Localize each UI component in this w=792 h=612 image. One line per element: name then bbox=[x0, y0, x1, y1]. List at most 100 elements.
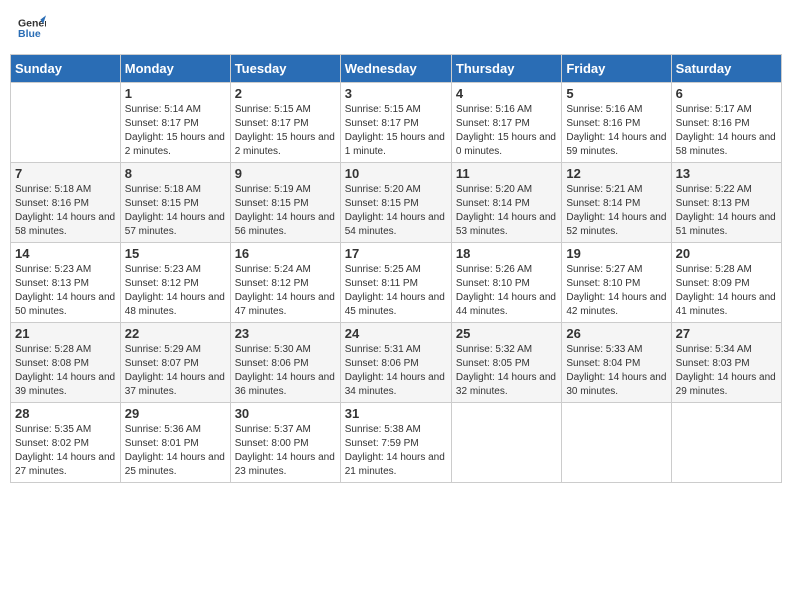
calendar-cell bbox=[671, 403, 781, 483]
calendar-cell bbox=[11, 83, 121, 163]
calendar-cell: 26 Sunrise: 5:33 AMSunset: 8:04 PMDayligh… bbox=[562, 323, 671, 403]
day-number: 1 bbox=[125, 86, 226, 101]
day-number: 19 bbox=[566, 246, 666, 261]
calendar-cell: 29 Sunrise: 5:36 AMSunset: 8:01 PMDayligh… bbox=[120, 403, 230, 483]
page-header: General Blue bbox=[10, 10, 782, 46]
day-number: 26 bbox=[566, 326, 666, 341]
day-header-monday: Monday bbox=[120, 55, 230, 83]
day-info: Sunrise: 5:20 AMSunset: 8:15 PMDaylight:… bbox=[345, 183, 447, 239]
day-number: 20 bbox=[676, 246, 777, 261]
calendar-cell: 28 Sunrise: 5:35 AMSunset: 8:02 PMDayligh… bbox=[11, 403, 121, 483]
day-number: 13 bbox=[676, 166, 777, 181]
calendar-cell: 27 Sunrise: 5:34 AMSunset: 8:03 PMDayligh… bbox=[671, 323, 781, 403]
calendar-cell bbox=[451, 403, 561, 483]
day-info: Sunrise: 5:18 AMSunset: 8:15 PMDaylight:… bbox=[125, 183, 226, 239]
day-info: Sunrise: 5:24 AMSunset: 8:12 PMDaylight:… bbox=[235, 263, 336, 319]
calendar-cell: 12 Sunrise: 5:21 AMSunset: 8:14 PMDayligh… bbox=[562, 163, 671, 243]
day-number: 12 bbox=[566, 166, 666, 181]
day-info: Sunrise: 5:23 AMSunset: 8:13 PMDaylight:… bbox=[15, 263, 116, 319]
day-header-sunday: Sunday bbox=[11, 55, 121, 83]
calendar-week-row: 7Sunrise: 5:18 AMSunset: 8:16 PMDaylight… bbox=[11, 163, 782, 243]
calendar-cell: 8 Sunrise: 5:18 AMSunset: 8:15 PMDaylight… bbox=[120, 163, 230, 243]
day-info: Sunrise: 5:34 AMSunset: 8:03 PMDaylight:… bbox=[676, 343, 777, 399]
day-info: Sunrise: 5:37 AMSunset: 8:00 PMDaylight:… bbox=[235, 423, 336, 479]
calendar-cell: 18 Sunrise: 5:26 AMSunset: 8:10 PMDayligh… bbox=[451, 243, 561, 323]
day-number: 24 bbox=[345, 326, 447, 341]
day-number: 28 bbox=[15, 406, 116, 421]
calendar-week-row: 1 Sunrise: 5:14 AMSunset: 8:17 PMDaylight… bbox=[11, 83, 782, 163]
day-number: 31 bbox=[345, 406, 447, 421]
calendar-cell: 1 Sunrise: 5:14 AMSunset: 8:17 PMDaylight… bbox=[120, 83, 230, 163]
day-number: 18 bbox=[456, 246, 557, 261]
calendar-cell: 22 Sunrise: 5:29 AMSunset: 8:07 PMDayligh… bbox=[120, 323, 230, 403]
logo-icon: General Blue bbox=[18, 14, 46, 42]
calendar-cell: 7Sunrise: 5:18 AMSunset: 8:16 PMDaylight… bbox=[11, 163, 121, 243]
calendar-week-row: 14 Sunrise: 5:23 AMSunset: 8:13 PMDayligh… bbox=[11, 243, 782, 323]
day-info: Sunrise: 5:14 AMSunset: 8:17 PMDaylight:… bbox=[125, 103, 226, 159]
calendar-cell: 21 Sunrise: 5:28 AMSunset: 8:08 PMDayligh… bbox=[11, 323, 121, 403]
day-number: 17 bbox=[345, 246, 447, 261]
day-info: Sunrise: 5:33 AMSunset: 8:04 PMDaylight:… bbox=[566, 343, 666, 399]
calendar-cell: 4Sunrise: 5:16 AMSunset: 8:17 PMDaylight… bbox=[451, 83, 561, 163]
day-info: Sunrise: 5:25 AMSunset: 8:11 PMDaylight:… bbox=[345, 263, 447, 319]
day-number: 15 bbox=[125, 246, 226, 261]
svg-text:Blue: Blue bbox=[18, 28, 41, 40]
calendar-cell: 16 Sunrise: 5:24 AMSunset: 8:12 PMDayligh… bbox=[230, 243, 340, 323]
day-number: 8 bbox=[125, 166, 226, 181]
day-number: 27 bbox=[676, 326, 777, 341]
calendar-cell: 17 Sunrise: 5:25 AMSunset: 8:11 PMDayligh… bbox=[340, 243, 451, 323]
day-info: Sunrise: 5:29 AMSunset: 8:07 PMDaylight:… bbox=[125, 343, 226, 399]
day-header-thursday: Thursday bbox=[451, 55, 561, 83]
day-info: Sunrise: 5:36 AMSunset: 8:01 PMDaylight:… bbox=[125, 423, 226, 479]
calendar-cell: 23 Sunrise: 5:30 AMSunset: 8:06 PMDayligh… bbox=[230, 323, 340, 403]
day-info: Sunrise: 5:16 AMSunset: 8:16 PMDaylight:… bbox=[566, 103, 666, 159]
day-header-saturday: Saturday bbox=[671, 55, 781, 83]
logo: General Blue bbox=[18, 14, 46, 42]
day-number: 4 bbox=[456, 86, 557, 101]
calendar-cell: 31 Sunrise: 5:38 AMSunset: 7:59 PMDayligh… bbox=[340, 403, 451, 483]
day-number: 3 bbox=[345, 86, 447, 101]
day-info: Sunrise: 5:31 AMSunset: 8:06 PMDaylight:… bbox=[345, 343, 447, 399]
calendar-cell: 11 Sunrise: 5:20 AMSunset: 8:14 PMDayligh… bbox=[451, 163, 561, 243]
calendar-week-row: 28 Sunrise: 5:35 AMSunset: 8:02 PMDayligh… bbox=[11, 403, 782, 483]
day-number: 14 bbox=[15, 246, 116, 261]
day-info: Sunrise: 5:28 AMSunset: 8:08 PMDaylight:… bbox=[15, 343, 116, 399]
calendar-cell: 2 Sunrise: 5:15 AMSunset: 8:17 PMDaylight… bbox=[230, 83, 340, 163]
day-info: Sunrise: 5:15 AMSunset: 8:17 PMDaylight:… bbox=[345, 103, 447, 159]
day-number: 11 bbox=[456, 166, 557, 181]
day-info: Sunrise: 5:38 AMSunset: 7:59 PMDaylight:… bbox=[345, 423, 447, 479]
day-info: Sunrise: 5:26 AMSunset: 8:10 PMDaylight:… bbox=[456, 263, 557, 319]
calendar-cell: 6 Sunrise: 5:17 AMSunset: 8:16 PMDaylight… bbox=[671, 83, 781, 163]
day-number: 22 bbox=[125, 326, 226, 341]
calendar-week-row: 21 Sunrise: 5:28 AMSunset: 8:08 PMDayligh… bbox=[11, 323, 782, 403]
day-number: 6 bbox=[676, 86, 777, 101]
day-info: Sunrise: 5:35 AMSunset: 8:02 PMDaylight:… bbox=[15, 423, 116, 479]
day-number: 10 bbox=[345, 166, 447, 181]
day-number: 30 bbox=[235, 406, 336, 421]
calendar-cell: 13 Sunrise: 5:22 AMSunset: 8:13 PMDayligh… bbox=[671, 163, 781, 243]
day-info: Sunrise: 5:19 AMSunset: 8:15 PMDaylight:… bbox=[235, 183, 336, 239]
day-info: Sunrise: 5:17 AMSunset: 8:16 PMDaylight:… bbox=[676, 103, 777, 159]
day-number: 2 bbox=[235, 86, 336, 101]
day-number: 23 bbox=[235, 326, 336, 341]
calendar-header-row: SundayMondayTuesdayWednesdayThursdayFrid… bbox=[11, 55, 782, 83]
day-number: 16 bbox=[235, 246, 336, 261]
day-info: Sunrise: 5:15 AMSunset: 8:17 PMDaylight:… bbox=[235, 103, 336, 159]
day-info: Sunrise: 5:20 AMSunset: 8:14 PMDaylight:… bbox=[456, 183, 557, 239]
calendar-cell: 14 Sunrise: 5:23 AMSunset: 8:13 PMDayligh… bbox=[11, 243, 121, 323]
calendar-table: SundayMondayTuesdayWednesdayThursdayFrid… bbox=[10, 54, 782, 483]
day-info: Sunrise: 5:30 AMSunset: 8:06 PMDaylight:… bbox=[235, 343, 336, 399]
calendar-cell: 20Sunrise: 5:28 AMSunset: 8:09 PMDayligh… bbox=[671, 243, 781, 323]
day-info: Sunrise: 5:18 AMSunset: 8:16 PMDaylight:… bbox=[15, 183, 116, 239]
calendar-cell: 5Sunrise: 5:16 AMSunset: 8:16 PMDaylight… bbox=[562, 83, 671, 163]
calendar-cell: 3 Sunrise: 5:15 AMSunset: 8:17 PMDaylight… bbox=[340, 83, 451, 163]
calendar-cell: 15 Sunrise: 5:23 AMSunset: 8:12 PMDayligh… bbox=[120, 243, 230, 323]
day-info: Sunrise: 5:27 AMSunset: 8:10 PMDaylight:… bbox=[566, 263, 666, 319]
day-info: Sunrise: 5:22 AMSunset: 8:13 PMDaylight:… bbox=[676, 183, 777, 239]
day-info: Sunrise: 5:23 AMSunset: 8:12 PMDaylight:… bbox=[125, 263, 226, 319]
day-number: 29 bbox=[125, 406, 226, 421]
day-info: Sunrise: 5:32 AMSunset: 8:05 PMDaylight:… bbox=[456, 343, 557, 399]
day-info: Sunrise: 5:21 AMSunset: 8:14 PMDaylight:… bbox=[566, 183, 666, 239]
calendar-cell bbox=[562, 403, 671, 483]
day-number: 21 bbox=[15, 326, 116, 341]
